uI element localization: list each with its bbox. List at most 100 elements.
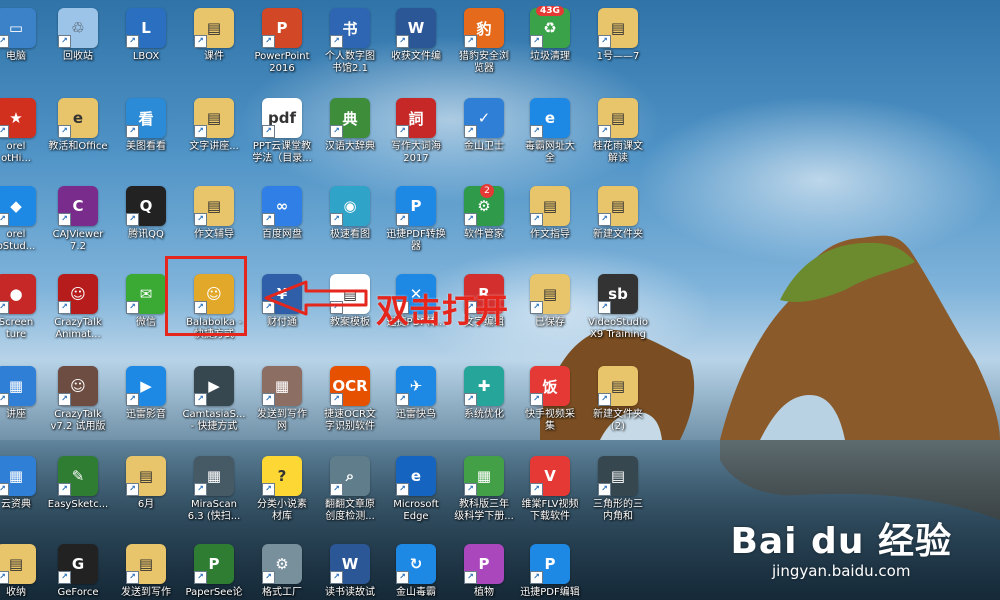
- desktop-icon[interactable]: e ↗ Microsoft Edge: [382, 456, 450, 523]
- desktop-icon[interactable]: W ↗ 收获文件编: [382, 8, 450, 63]
- desktop-icon[interactable]: P ↗ 植物: [450, 544, 518, 599]
- desktop-icon-label: 腾讯QQ: [128, 229, 164, 240]
- app-icon: W ↗: [330, 544, 370, 584]
- desktop-icon[interactable]: ☺ ↗ CrazyTalk Animat...: [44, 274, 112, 341]
- desktop-icon[interactable]: ▤ ↗ 1号——7: [584, 8, 652, 63]
- desktop-icon[interactable]: 詞 ↗ 写作大词海 2017: [382, 98, 450, 165]
- desktop-icon[interactable]: ↻ ↗ 金山毒霸: [382, 544, 450, 599]
- desktop-icon[interactable]: ? ↗ 分类小说素 材库: [248, 456, 316, 523]
- desktop-icon-label: 教案模板: [330, 317, 370, 328]
- desktop-icon-label: 迅捷PDF转换 器: [386, 229, 446, 252]
- app-icon: W ↗: [396, 8, 436, 48]
- desktop-icon[interactable]: ∞ ↗ 百度网盘: [248, 186, 316, 241]
- desktop-icon[interactable]: ✈ ↗ 迅雷快鸟: [382, 366, 450, 421]
- arrow-icon: [264, 280, 368, 316]
- desktop-icon-label: 金山卫士: [464, 141, 504, 152]
- desktop-icon-label: 金山毒霸: [396, 587, 436, 598]
- desktop-icon[interactable]: OCR ↗ 捷速OCR文 字识别软件: [316, 366, 384, 433]
- desktop-icon[interactable]: ▦ ↗ MiraScan 6.3 (快扫...: [180, 456, 248, 523]
- desktop-icon[interactable]: ▤ ↗ 新建文件夹 (2): [584, 366, 652, 433]
- shortcut-arrow-icon: ↗: [126, 571, 139, 584]
- desktop-icon[interactable]: ▦ ↗ 教科版三年 级科学下册...: [450, 456, 518, 523]
- desktop-icon[interactable]: 典 ↗ 汉语大辞典: [316, 98, 384, 153]
- desktop-icon[interactable]: ▤ ↗ 文字讲座...: [180, 98, 248, 153]
- desktop-icon[interactable]: ▦ ↗ 讲座: [0, 366, 50, 421]
- app-icon: ▶ ↗: [126, 366, 166, 406]
- desktop-icon[interactable]: P ↗ 迅捷PDF转换 器: [382, 186, 450, 253]
- desktop-icon-label: 个人数字图 书馆2.1: [325, 51, 375, 74]
- app-icon: e ↗: [58, 98, 98, 138]
- desktop-icon-label: 已保存: [535, 317, 565, 328]
- desktop-icon[interactable]: ▤ ↗ 桂花雨课文 解读: [584, 98, 652, 165]
- desktop-icon[interactable]: ▶ ↗ 迅雷影音: [112, 366, 180, 421]
- desktop-icon[interactable]: ⌕ ↗ 翻翻文章原 创度检测...: [316, 456, 384, 523]
- desktop-icon[interactable]: 书 ↗ 个人数字图 书馆2.1: [316, 8, 384, 75]
- shortcut-arrow-icon: ↗: [330, 213, 343, 226]
- shortcut-arrow-icon: ↗: [126, 125, 139, 138]
- desktop-icon[interactable]: ▤ ↗ 发送到写作: [112, 544, 180, 599]
- desktop-icon[interactable]: G ↗ GeForce: [44, 544, 112, 599]
- desktop-icon[interactable]: ★ ↗ orel otHi...: [0, 98, 50, 165]
- desktop-icon[interactable]: ▤ ↗ 三角形的三 内角和: [584, 456, 652, 523]
- shortcut-arrow-icon: ↗: [530, 35, 543, 48]
- desktop-icon[interactable]: L ↗ LBOX: [112, 8, 180, 63]
- desktop-icon[interactable]: ▦ ↗ 发送到写作 网: [248, 366, 316, 433]
- shortcut-arrow-icon: ↗: [262, 213, 275, 226]
- app-icon: ▤ ↗: [530, 274, 570, 314]
- desktop-icon[interactable]: ✚ ↗ 系统优化: [450, 366, 518, 421]
- desktop-icon[interactable]: ⚙ ↗ 格式工厂: [248, 544, 316, 599]
- desktop-icon[interactable]: ● ↗ Screen ture: [0, 274, 50, 341]
- desktop-icon[interactable]: V ↗ 维棠FLV视频 下载软件: [516, 456, 584, 523]
- desktop-icon[interactable]: ◆ ↗ orel oStud...: [0, 186, 50, 253]
- app-icon: ◉ ↗: [330, 186, 370, 226]
- app-icon: P ↗: [194, 544, 234, 584]
- desktop-icon-label: 软件管家: [464, 229, 504, 240]
- desktop-icon[interactable]: sb ↗ VideoStudio X9 Training: [584, 274, 652, 341]
- shortcut-arrow-icon: ↗: [58, 213, 71, 226]
- desktop-icon[interactable]: e ↗ 教活和Office: [44, 98, 112, 153]
- storage-badge: 43G: [536, 6, 564, 16]
- desktop-icon[interactable]: ▶ ↗ CamtasiaS... - 快捷方式: [180, 366, 248, 433]
- desktop-icon[interactable]: 饭 ↗ 快手视频采 集: [516, 366, 584, 433]
- desktop-icon[interactable]: ▤ ↗ 作文指导: [516, 186, 584, 241]
- desktop-icon[interactable]: ▤ ↗ 作文辅导: [180, 186, 248, 241]
- desktop-icon[interactable]: ♻ ↗ 垃圾清理: [516, 8, 584, 63]
- app-icon: e ↗: [530, 98, 570, 138]
- desktop-icon[interactable]: ✓ ↗ 金山卫士: [450, 98, 518, 153]
- desktop-icon[interactable]: ▤ ↗ 新建文件夹: [584, 186, 652, 241]
- desktop-icon[interactable]: ▭ ↗ 电脑: [0, 8, 50, 63]
- desktop-icon-label: 快手视频采 集: [525, 409, 575, 432]
- shortcut-arrow-icon: ↗: [194, 125, 207, 138]
- desktop-icon[interactable]: e ↗ 毒霸网址大 全: [516, 98, 584, 165]
- desktop-icon[interactable]: ▤ ↗ 已保存: [516, 274, 584, 329]
- shortcut-arrow-icon: ↗: [58, 571, 71, 584]
- desktop-icon[interactable]: ▤ ↗ 课件: [180, 8, 248, 63]
- desktop-icon[interactable]: P ↗ PaperSee论: [180, 544, 248, 599]
- desktop-icon[interactable]: ✎ ↗ EasySketc...: [44, 456, 112, 511]
- desktop-icon-label: 作文辅导: [194, 229, 234, 240]
- desktop-icon-label: 格式工厂: [262, 587, 302, 598]
- desktop-icon[interactable]: ▦ ↗ 云资典: [0, 456, 50, 511]
- desktop-icon[interactable]: pdf ↗ PPT云课堂教 学法（目录...: [248, 98, 316, 165]
- desktop-icon-label: 教科版三年 级科学下册...: [454, 499, 514, 522]
- app-icon: OCR ↗: [330, 366, 370, 406]
- desktop-icon[interactable]: P ↗ PowerPoint 2016: [248, 8, 316, 75]
- desktop-icon[interactable]: W ↗ 读书读故试: [316, 544, 384, 599]
- desktop-icon[interactable]: ▤ ↗ 6月: [112, 456, 180, 511]
- desktop-icon[interactable]: 豹 ↗ 猎豹安全浏 览器: [450, 8, 518, 75]
- desktop-icon[interactable]: Q ↗ 腾讯QQ: [112, 186, 180, 241]
- shortcut-arrow-icon: ↗: [330, 35, 343, 48]
- notification-badge: 2: [480, 184, 494, 198]
- shortcut-arrow-icon: ↗: [330, 483, 343, 496]
- desktop-icon[interactable]: P ↗ 迅捷PDF编辑: [516, 544, 584, 599]
- desktop-icon[interactable]: ◉ ↗ 极速看图: [316, 186, 384, 241]
- desktop-icon[interactable]: ▤ ↗ 收纳: [0, 544, 50, 599]
- app-icon: 饭 ↗: [530, 366, 570, 406]
- desktop-icon[interactable]: ♲ ↗ 回收站: [44, 8, 112, 63]
- desktop-icon[interactable]: ☺ ↗ CrazyTalk v7.2 试用版: [44, 366, 112, 433]
- desktop-icon[interactable]: C ↗ CAJViewer 7.2: [44, 186, 112, 253]
- desktop-icon[interactable]: 看 ↗ 美图看看: [112, 98, 180, 153]
- shortcut-arrow-icon: ↗: [0, 393, 9, 406]
- shortcut-arrow-icon: ↗: [0, 483, 9, 496]
- app-icon: ▶ ↗: [194, 366, 234, 406]
